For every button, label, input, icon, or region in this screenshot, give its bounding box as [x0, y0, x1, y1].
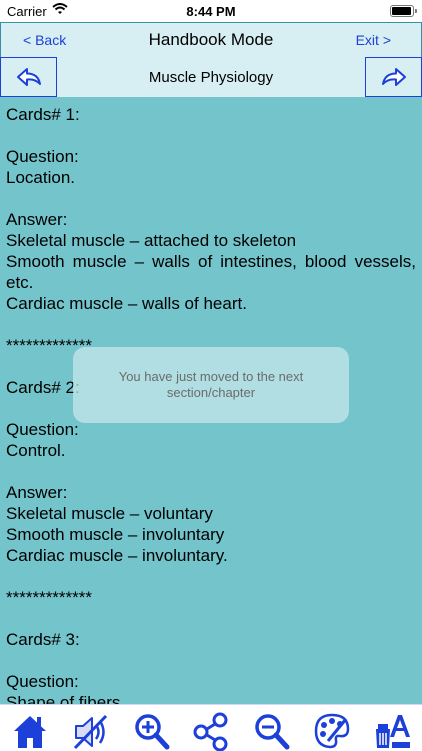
forward-arrow-icon [381, 68, 406, 86]
chapter-bar: Muscle Physiology [0, 57, 422, 97]
answer-line: Smooth muscle – walls of intestines, blo… [6, 252, 416, 292]
font-style-icon [375, 715, 410, 748]
home-button[interactable] [6, 707, 54, 751]
question-text: Shape of fibers [6, 693, 121, 704]
share-icon [193, 712, 228, 751]
font-button[interactable] [368, 707, 416, 751]
answer-line: Cardiac muscle – involuntary. [6, 546, 228, 565]
status-bar: Carrier 8:44 PM [0, 0, 422, 22]
clock: 8:44 PM [186, 4, 236, 19]
zoom-out-button[interactable] [247, 707, 295, 751]
next-chapter-button[interactable] [365, 57, 422, 97]
theme-button[interactable] [308, 707, 356, 751]
toast-line: section/chapter [166, 385, 256, 400]
exit-button[interactable]: Exit > [356, 32, 391, 48]
chapter-title: Muscle Physiology [148, 69, 274, 86]
nav-bar: < Back Handbook Mode Exit > [0, 22, 422, 58]
answer-line: Skeletal muscle – attached to skeleton [6, 231, 297, 250]
card-header: Cards# 3: [6, 630, 80, 649]
share-button[interactable] [187, 707, 235, 751]
toast-line: You have just moved to the next [118, 369, 304, 384]
bottom-toolbar [0, 704, 422, 751]
chapter-change-toast: You have just moved to the next section/… [73, 347, 349, 423]
question-label: Question: [6, 147, 79, 166]
answer-label: Answer: [6, 210, 68, 229]
card-header: Cards# 1: [6, 105, 80, 124]
zoom-in-icon [134, 714, 170, 750]
palette-icon [314, 713, 349, 749]
answer-line: Smooth muscle – involuntary [6, 525, 225, 544]
battery-icon [390, 5, 417, 17]
back-arrow-icon [16, 68, 41, 86]
previous-chapter-button[interactable] [0, 57, 57, 97]
speaker-muted-icon [74, 714, 108, 750]
question-text: Location. [6, 168, 75, 187]
answer-label: Answer: [6, 483, 68, 502]
answer-line: Cardiac muscle – walls of heart. [6, 294, 247, 313]
question-label: Question: [6, 672, 79, 691]
card-separator: ************* [6, 588, 93, 607]
home-icon [14, 716, 47, 748]
speak-button[interactable] [66, 707, 114, 751]
zoom-in-button[interactable] [127, 707, 175, 751]
answer-line: Skeletal muscle – voluntary [6, 504, 213, 523]
zoom-out-icon [255, 714, 290, 750]
question-text: Control. [6, 441, 66, 460]
